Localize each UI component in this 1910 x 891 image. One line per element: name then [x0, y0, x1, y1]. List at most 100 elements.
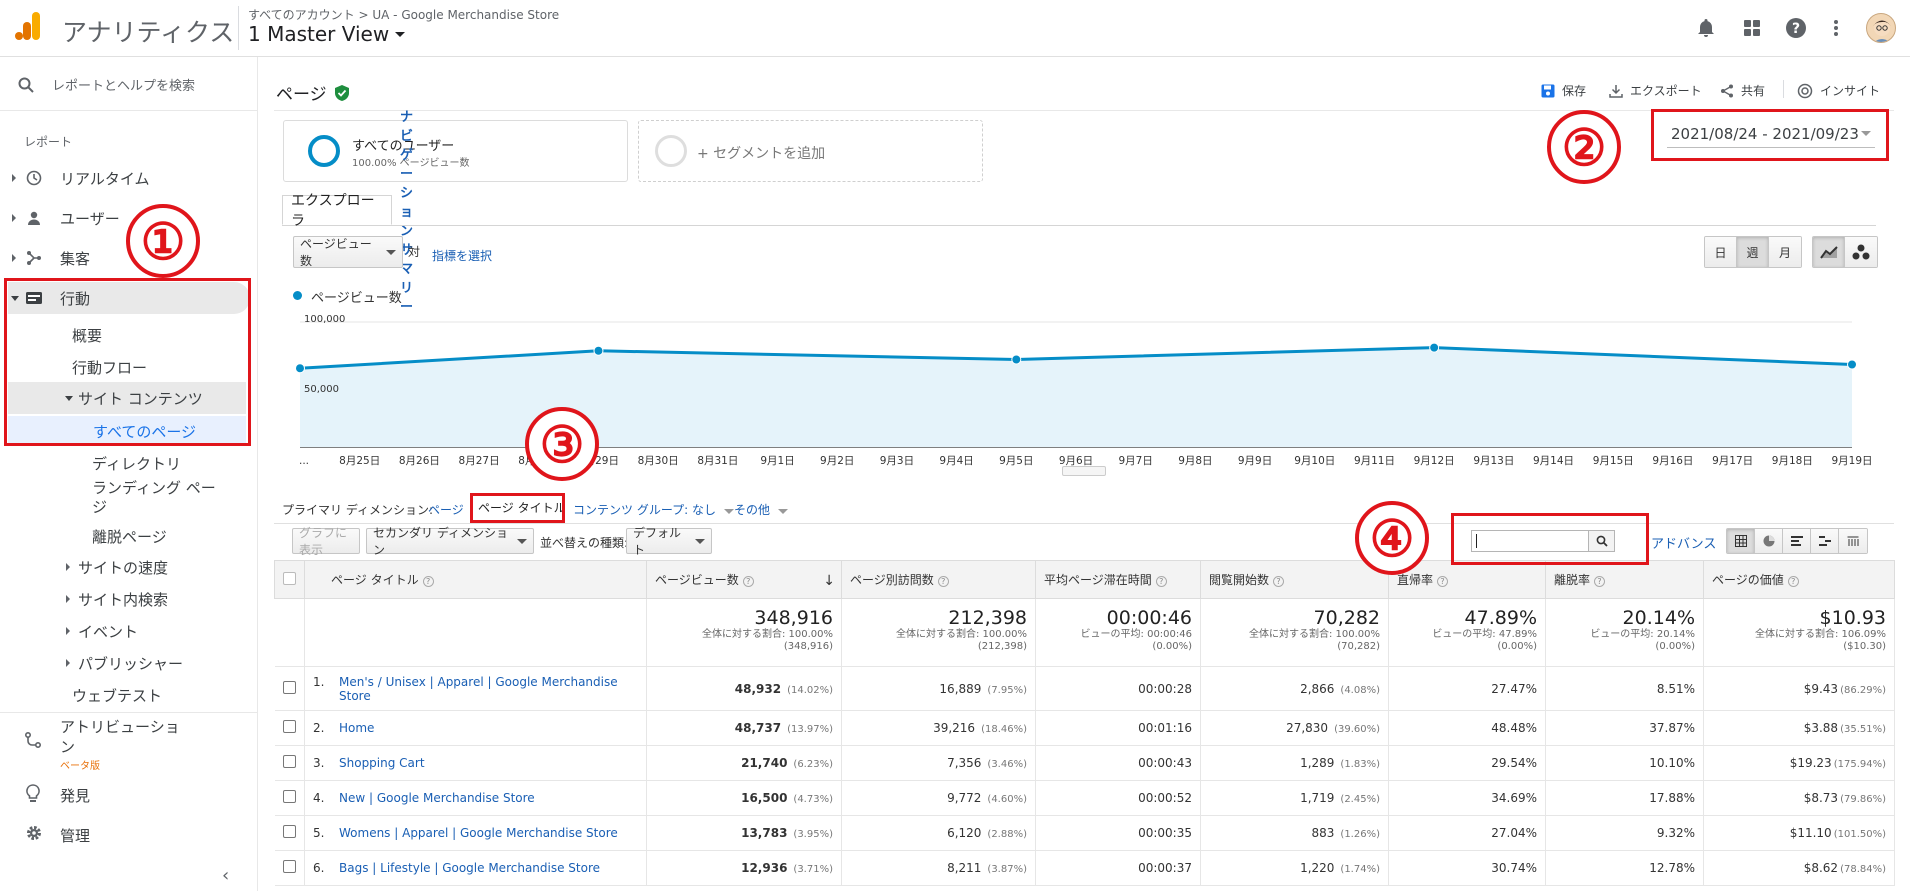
- more-vert-icon[interactable]: [1824, 16, 1848, 40]
- row-checkbox[interactable]: [282, 825, 296, 838]
- week-button[interactable]: 週: [1737, 237, 1769, 267]
- column-header[interactable]: ページの価値?: [1703, 560, 1895, 599]
- row-select-cell: [274, 666, 305, 711]
- page-title: ページ: [276, 85, 327, 105]
- page-title-link[interactable]: Men's / Unisex | Apparel | Google Mercha…: [339, 675, 638, 703]
- sidebar-item-landing-pages[interactable]: ランディング ページ: [92, 479, 222, 517]
- share-button[interactable]: 共有: [1720, 82, 1765, 99]
- notifications-bell-icon[interactable]: [1694, 16, 1718, 40]
- help-icon[interactable]: ?: [937, 576, 949, 587]
- chevron-down-icon: [517, 538, 527, 544]
- chart-resize-handle[interactable]: [1062, 466, 1106, 476]
- chart-point[interactable]: [593, 345, 604, 356]
- row-number: 5.: [313, 826, 325, 840]
- sidebar-item-acquisition[interactable]: 集客: [0, 242, 250, 274]
- table-view-icon[interactable]: [1727, 529, 1755, 553]
- pageviews-line-chart: ...8月25日8月26日8月27日8月28日8月29日8月30日8月31日9月…: [295, 314, 1873, 467]
- entrances-value: 27,830: [1286, 721, 1329, 735]
- page-title-link[interactable]: New | Google Merchandise Store: [339, 791, 535, 805]
- sidebar-item-site-search[interactable]: サイト内検索: [78, 589, 168, 610]
- comparison-view-icon[interactable]: [1811, 529, 1839, 553]
- help-icon[interactable]: ?: [1273, 576, 1285, 587]
- help-icon[interactable]: ?: [742, 576, 754, 587]
- row-checkbox[interactable]: [282, 860, 296, 873]
- dimension-other[interactable]: その他: [734, 501, 788, 518]
- sidebar-item-publisher[interactable]: パブリッシャー: [78, 653, 183, 674]
- analytics-logo-icon[interactable]: [14, 10, 42, 42]
- export-button[interactable]: エクスポート: [1609, 82, 1702, 99]
- performance-view-icon[interactable]: [1783, 529, 1811, 553]
- insights-button[interactable]: インサイト: [1797, 82, 1880, 99]
- apps-grid-icon[interactable]: [1740, 16, 1764, 40]
- day-button[interactable]: 日: [1705, 237, 1737, 267]
- breadcrumb[interactable]: すべてのアカウント > UA - Google Merchandise Stor…: [248, 6, 559, 23]
- sort-type-select[interactable]: デフォルト: [626, 526, 712, 557]
- column-header[interactable]: 平均ページ滞在時間?: [1035, 560, 1201, 599]
- chart-point[interactable]: [1847, 359, 1857, 370]
- segment-all-users[interactable]: すべてのユーザー 100.00% ページビュー数: [283, 120, 628, 182]
- column-header[interactable]: ページ タイトル?: [304, 560, 647, 599]
- page-title-link[interactable]: Bags | Lifestyle | Google Merchandise St…: [339, 861, 600, 875]
- column-header-label: 離脱率: [1554, 573, 1591, 587]
- sidebar-search[interactable]: レポートとヘルプを検索: [18, 75, 195, 94]
- x-tick-label: 9月11日: [1354, 455, 1395, 467]
- pie-view-icon[interactable]: [1755, 529, 1783, 553]
- help-icon[interactable]: ?: [422, 576, 434, 587]
- sidebar-item-exit-pages[interactable]: 離脱ページ: [92, 526, 167, 547]
- tab-explorer[interactable]: エクスプローラ: [282, 193, 392, 229]
- month-button[interactable]: 月: [1769, 237, 1801, 267]
- motion-chart-icon[interactable]: [1845, 237, 1877, 267]
- save-button[interactable]: 保存: [1541, 82, 1586, 99]
- sidebar-item-directory[interactable]: ディレクトリ: [92, 453, 181, 474]
- plot-rows-button[interactable]: グラフに表示: [292, 526, 360, 557]
- verified-shield-icon: [334, 84, 349, 101]
- page-title-link[interactable]: Shopping Cart: [339, 756, 425, 770]
- row-checkbox[interactable]: [282, 755, 296, 768]
- total-value: 348,916: [754, 607, 833, 629]
- chart-point[interactable]: [295, 363, 305, 374]
- dimension-page-link[interactable]: ページ: [428, 501, 464, 518]
- column-header[interactable]: 閲覧開始数?: [1200, 560, 1389, 599]
- advanced-link[interactable]: アドバンス: [1651, 533, 1716, 552]
- sidebar-item-audience[interactable]: ユーザー: [0, 202, 250, 234]
- column-header[interactable]: ページ別訪問数?: [841, 560, 1036, 599]
- pageviews-pct: (3.71%): [793, 864, 833, 875]
- unique-pageviews-pct: (3.46%): [987, 759, 1027, 770]
- dimension-content-group[interactable]: コンテンツ グループ: なし: [573, 501, 734, 518]
- help-icon[interactable]: ?: [1437, 576, 1449, 587]
- collapse-sidebar-icon[interactable]: ‹: [222, 865, 229, 886]
- sidebar-item-web-test[interactable]: ウェブテスト: [72, 685, 162, 706]
- sidebar-item-events[interactable]: イベント: [78, 621, 138, 642]
- add-segment-button[interactable]: + セグメントを追加: [638, 120, 983, 182]
- secondary-dimension-select[interactable]: セカンダリ ディメンション: [366, 526, 534, 557]
- total-sub: 全体に対する割合: 100.00%: [895, 629, 1027, 640]
- help-icon[interactable]: ?: [1784, 16, 1808, 40]
- chart-point[interactable]: [1429, 342, 1440, 353]
- sidebar-item-attribution[interactable]: アトリビューション: [60, 717, 180, 757]
- select-metric-link[interactable]: 指標を選択: [432, 247, 492, 264]
- sidebar-item-admin[interactable]: 管理: [60, 825, 90, 846]
- row-checkbox[interactable]: [282, 790, 296, 803]
- help-icon[interactable]: ?: [1787, 576, 1799, 587]
- help-icon[interactable]: ?: [1155, 576, 1167, 587]
- select-all-checkbox[interactable]: [283, 571, 296, 585]
- sidebar-item-discover[interactable]: 発見: [60, 785, 90, 806]
- entrances-value: 1,289: [1300, 756, 1335, 770]
- page-title-link[interactable]: Home: [339, 721, 374, 735]
- sidebar-item-site-speed[interactable]: サイトの速度: [78, 557, 168, 578]
- chart-point[interactable]: [1011, 354, 1022, 365]
- column-header[interactable]: ページビュー数? ↓: [646, 560, 842, 599]
- avatar[interactable]: [1866, 13, 1896, 43]
- column-header[interactable]: 離脱率?: [1545, 560, 1704, 599]
- line-chart-icon[interactable]: [1813, 237, 1845, 267]
- tab-navigation-summary[interactable]: ナビゲーション サマリー: [392, 110, 421, 315]
- row-checkbox[interactable]: [282, 720, 296, 733]
- metric-select[interactable]: ページビュー数: [293, 236, 403, 268]
- sidebar-item-realtime[interactable]: リアルタイム: [0, 162, 250, 194]
- row-checkbox[interactable]: [282, 680, 296, 694]
- view-selector[interactable]: 1 Master View: [248, 22, 406, 46]
- x-tick-label: 9月17日: [1712, 455, 1753, 467]
- page-title-link[interactable]: Womens | Apparel | Google Merchandise St…: [339, 826, 618, 840]
- pivot-view-icon[interactable]: [1839, 529, 1867, 553]
- help-icon[interactable]: ?: [1594, 576, 1606, 587]
